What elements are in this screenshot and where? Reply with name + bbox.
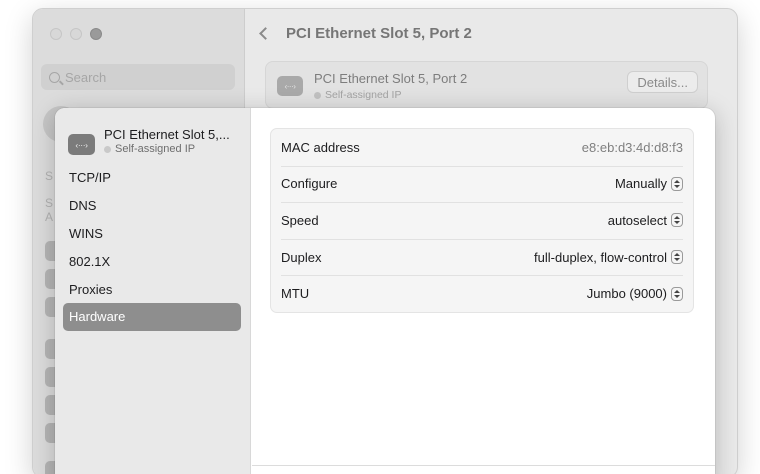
configure-popup[interactable]: Manually xyxy=(615,176,683,191)
sheet-header: ‹···› PCI Ethernet Slot 5,... Self-assig… xyxy=(68,127,230,156)
configure-label: Configure xyxy=(281,176,338,192)
duplex-value: full-duplex, flow-control xyxy=(534,249,667,265)
mtu-popup[interactable]: Jumbo (9000) xyxy=(587,286,683,301)
interface-status-text: Self-assigned IP xyxy=(325,89,402,101)
up-down-chevron-icon xyxy=(671,176,683,191)
search-placeholder: Search xyxy=(65,69,107,85)
hardware-settings-table: MAC address e8:eb:d3:4d:d8:f3 Configure … xyxy=(270,128,694,313)
configure-row: Configure Manually xyxy=(271,165,693,203)
nav-item-wins[interactable]: WINS xyxy=(63,220,241,248)
details-button[interactable]: Details... xyxy=(627,71,698,93)
nav-item-tcpip[interactable]: TCP/IP xyxy=(63,164,241,192)
mac-address-row: MAC address e8:eb:d3:4d:d8:f3 xyxy=(271,129,693,166)
nav-item-dns[interactable]: DNS xyxy=(63,192,241,220)
speed-value: autoselect xyxy=(607,212,667,228)
mac-address-label: MAC address xyxy=(281,139,360,155)
back-chevron-icon[interactable] xyxy=(259,27,272,40)
mac-address-value: e8:eb:d3:4d:d8:f3 xyxy=(581,139,683,155)
search-icon xyxy=(49,71,60,83)
nav-item-hardware[interactable]: Hardware xyxy=(63,302,241,331)
minimize-window-button[interactable] xyxy=(70,28,82,40)
sidebar-fragment-2: S xyxy=(45,196,54,210)
mtu-label: MTU xyxy=(281,286,310,302)
up-down-chevron-icon xyxy=(671,286,683,301)
ethernet-icon: ‹···› xyxy=(68,134,95,155)
interface-name: PCI Ethernet Slot 5, Port 2 xyxy=(314,71,468,86)
interface-status: Self-assigned IP xyxy=(314,89,401,101)
sheet-interface-status: Self-assigned IP xyxy=(104,143,230,156)
nav-item-proxies[interactable]: Proxies xyxy=(63,275,241,303)
sheet-interface-name: PCI Ethernet Slot 5,... xyxy=(104,127,230,142)
status-dot-icon xyxy=(104,146,111,153)
status-dot-icon xyxy=(314,91,321,99)
background-page-title: PCI Ethernet Slot 5, Port 2 xyxy=(286,25,472,42)
speed-label: Speed xyxy=(281,212,319,228)
up-down-chevron-icon xyxy=(671,250,683,265)
zoom-window-button[interactable] xyxy=(90,28,102,40)
background-header: PCI Ethernet Slot 5, Port 2 xyxy=(255,25,472,42)
up-down-chevron-icon xyxy=(671,213,683,228)
sidebar-fragment-1: S xyxy=(45,169,54,183)
details-sheet: ‹···› PCI Ethernet Slot 5,... Self-assig… xyxy=(55,108,715,474)
close-window-button[interactable] xyxy=(50,28,62,40)
sheet-footer-divider xyxy=(252,465,715,466)
mtu-row: MTU Jumbo (9000) xyxy=(271,275,693,312)
duplex-popup[interactable]: full-duplex, flow-control xyxy=(534,250,683,265)
sidebar-fragment-3: A xyxy=(45,210,54,224)
search-field[interactable]: Search xyxy=(41,64,235,90)
speed-row: Speed autoselect xyxy=(271,202,693,239)
configure-value: Manually xyxy=(614,176,667,192)
speed-popup[interactable]: autoselect xyxy=(608,213,683,228)
nav-item-8021x[interactable]: 802.1X xyxy=(63,247,241,275)
mtu-value: Jumbo (9000) xyxy=(586,286,667,302)
window-controls xyxy=(50,28,102,40)
sheet-nav: TCP/IP DNS WINS 802.1X Proxies Hardware xyxy=(63,164,241,331)
ethernet-icon: ‹···› xyxy=(277,76,303,96)
interface-card: ‹···› PCI Ethernet Slot 5, Port 2 Self-a… xyxy=(265,61,708,109)
sheet-header-text: PCI Ethernet Slot 5,... Self-assigned IP xyxy=(104,127,230,156)
duplex-row: Duplex full-duplex, flow-control xyxy=(271,238,693,276)
sheet-interface-status-text: Self-assigned IP xyxy=(115,143,196,155)
duplex-label: Duplex xyxy=(281,249,322,265)
sheet-sidebar: ‹···› PCI Ethernet Slot 5,... Self-assig… xyxy=(55,108,251,474)
hardware-panel: MAC address e8:eb:d3:4d:d8:f3 Configure … xyxy=(270,128,694,313)
